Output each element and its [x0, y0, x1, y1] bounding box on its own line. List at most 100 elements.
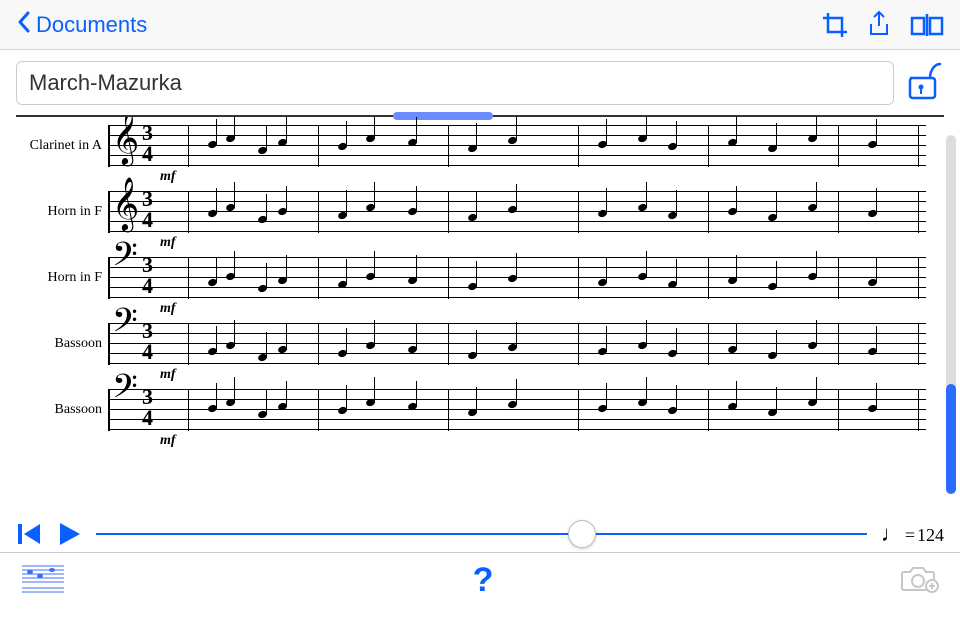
note-stem — [876, 326, 877, 352]
dynamic-marking: mf — [160, 169, 176, 185]
score-area[interactable]: Clarinet in A𝄞34mfmfHorn in F𝄞34mfHorn i… — [0, 117, 960, 512]
tempo-display[interactable]: ♩ = 124 — [881, 521, 944, 547]
note-stem — [346, 121, 347, 147]
staff[interactable]: 𝄢34mf — [108, 323, 926, 365]
bass-clef-icon: 𝄢 — [112, 371, 138, 411]
staff[interactable]: 𝄢34mf — [108, 389, 926, 431]
note-stem — [736, 186, 737, 212]
staff-row: Horn in F𝄢34mf — [16, 257, 944, 299]
note-stem — [346, 328, 347, 354]
bottom-bar: ? — [0, 552, 960, 608]
seek-thumb[interactable] — [568, 520, 596, 548]
time-signature: 34 — [142, 255, 153, 297]
note-stem — [216, 119, 217, 145]
treble-clef-icon: 𝄞 — [112, 181, 139, 227]
barline — [708, 389, 709, 431]
nav-bar: Documents — [0, 0, 960, 50]
seek-slider[interactable] — [96, 533, 867, 535]
tempo-value: 124 — [917, 525, 944, 546]
note-stem — [476, 123, 477, 149]
staff-row: Bassoon𝄢34mf — [16, 389, 944, 431]
instrument-label: Horn in F — [16, 270, 108, 286]
staff[interactable]: 𝄞34mfmf — [108, 125, 926, 167]
barline — [708, 323, 709, 365]
barline — [578, 125, 579, 167]
barline — [578, 191, 579, 233]
note-stem — [416, 186, 417, 212]
time-signature: 34 — [142, 387, 153, 429]
note-stem — [776, 387, 777, 413]
unlock-icon[interactable] — [906, 58, 944, 107]
back-button[interactable]: Documents — [16, 10, 147, 40]
note-stem — [646, 251, 647, 277]
barline — [448, 257, 449, 299]
note-stem — [416, 117, 417, 143]
note-stem — [736, 324, 737, 350]
treble-clef-icon: 𝄞 — [112, 117, 139, 161]
note-stem — [266, 332, 267, 358]
barline — [918, 389, 919, 431]
note-stem — [736, 117, 737, 143]
note-stem — [346, 259, 347, 285]
play-button[interactable] — [56, 520, 82, 548]
note-stem — [346, 385, 347, 411]
note-stem — [476, 192, 477, 218]
split-view-icon[interactable] — [910, 12, 944, 38]
note-stem — [266, 263, 267, 289]
staff[interactable]: 𝄢34mf — [108, 257, 926, 299]
staff[interactable]: 𝄞34mf — [108, 191, 926, 233]
note-stem — [374, 182, 375, 208]
note-stem — [416, 381, 417, 407]
note-stem — [234, 251, 235, 277]
note-stem — [646, 182, 647, 208]
note-stem — [286, 381, 287, 407]
note-stem — [606, 188, 607, 214]
barline — [318, 125, 319, 167]
camera-add-icon[interactable] — [900, 562, 940, 599]
barline — [838, 389, 839, 431]
barline — [318, 191, 319, 233]
note-stem — [816, 377, 817, 403]
note-stem — [476, 330, 477, 356]
note-stem — [876, 257, 877, 283]
dynamic-marking: mf — [160, 235, 176, 251]
note-stem — [286, 117, 287, 143]
note-stem — [646, 117, 647, 139]
note-stem — [266, 389, 267, 415]
note-stem — [516, 379, 517, 405]
back-label: Documents — [36, 12, 147, 38]
document-title-input[interactable] — [16, 61, 894, 105]
help-button[interactable]: ? — [473, 561, 494, 600]
note-stem — [816, 320, 817, 346]
barline — [708, 125, 709, 167]
note-stem — [676, 385, 677, 411]
note-stem — [516, 184, 517, 210]
barline — [448, 191, 449, 233]
barline — [448, 323, 449, 365]
note-stem — [606, 119, 607, 145]
barline — [838, 125, 839, 167]
staff-row: Horn in F𝄞34mf — [16, 191, 944, 233]
time-signature: 34 — [142, 189, 153, 231]
share-icon[interactable] — [866, 10, 892, 40]
crop-icon[interactable] — [822, 12, 848, 38]
note-stem — [416, 324, 417, 350]
score-scroll-thumb[interactable] — [946, 384, 956, 494]
nav-actions — [822, 10, 944, 40]
note-stem — [234, 320, 235, 346]
note-stem — [676, 121, 677, 147]
barline — [918, 125, 919, 167]
skip-back-button[interactable] — [16, 520, 42, 548]
bass-clef-icon: 𝄢 — [112, 239, 138, 279]
score-thumbnail-icon[interactable] — [20, 560, 66, 601]
note-stem — [516, 322, 517, 348]
note-stem — [606, 326, 607, 352]
score-scrollbar[interactable] — [946, 135, 956, 494]
note-stem — [776, 330, 777, 356]
playback-bar: ♩ = 124 — [0, 516, 960, 552]
barline — [188, 191, 189, 233]
note-stem — [776, 192, 777, 218]
note-stem — [646, 320, 647, 346]
note-stem — [266, 194, 267, 220]
note-stem — [606, 257, 607, 283]
